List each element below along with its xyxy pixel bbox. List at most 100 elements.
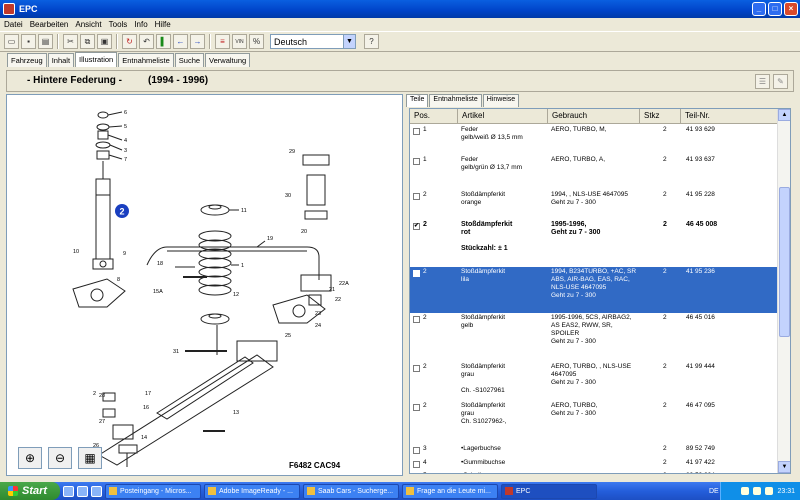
table-row[interactable]: 1 Feder gelb/grün Ø 13,7 mm AERO, TURBO, A,… xyxy=(410,155,778,185)
open-folder-icon[interactable]: ▭ xyxy=(4,34,19,49)
marker-icon[interactable]: ▌ xyxy=(156,34,171,49)
row-checkbox[interactable] xyxy=(413,404,420,411)
callout-label[interactable]: 24 xyxy=(315,323,321,329)
tab-inhalt[interactable]: Inhalt xyxy=(47,53,75,67)
row-checkbox[interactable] xyxy=(413,193,420,200)
copy-icon[interactable]: ⧉ xyxy=(80,34,95,49)
table-row[interactable]: 2 Stoßdämpferkit lila 1994, B234TURBO, +AC,… xyxy=(410,267,778,313)
row-checkbox[interactable] xyxy=(413,128,420,135)
table-row[interactable]: 5 •Scheibe 2 89 59 934 xyxy=(410,471,778,473)
parts-icon[interactable]: ≡ xyxy=(215,34,230,49)
task-button[interactable]: Adobe ImageReady - ... xyxy=(204,483,300,499)
col-teil-nr[interactable]: Teil-Nr. xyxy=(681,109,778,123)
callout-label[interactable]: 9 xyxy=(123,251,126,257)
callout-label[interactable]: 15A xyxy=(153,289,163,295)
col-pos[interactable]: Pos. xyxy=(410,109,458,123)
minimize-button[interactable]: _ xyxy=(752,2,766,16)
tab-suche[interactable]: Suche xyxy=(174,53,205,67)
callout-label[interactable]: 12 xyxy=(233,292,239,298)
tab-hinweise[interactable]: Hinweise xyxy=(482,94,520,107)
function-button[interactable]: % xyxy=(249,34,264,49)
callout-label[interactable]: 14 xyxy=(141,435,147,441)
quicklaunch-desktop-icon[interactable] xyxy=(91,485,102,497)
list-view-icon[interactable]: ☰ xyxy=(755,74,770,89)
callout-label[interactable]: 22A xyxy=(339,281,349,287)
table-row[interactable]: 1 Feder gelb/weiß Ø 13,5 mm AERO, TURBO, M,… xyxy=(410,125,778,155)
tab-fahrzeug[interactable]: Fahrzeug xyxy=(7,53,47,67)
callout-label[interactable]: 13 xyxy=(233,410,239,416)
row-checkbox[interactable] xyxy=(413,461,420,468)
callout-label[interactable]: 23 xyxy=(315,311,321,317)
vin-button[interactable]: VIN xyxy=(232,34,247,49)
callout-label[interactable]: 7 xyxy=(124,157,127,163)
callout-label[interactable]: 25 xyxy=(285,333,291,339)
callout-label[interactable]: 2 xyxy=(93,391,96,397)
tab-verwaltung[interactable]: Verwaltung xyxy=(205,53,251,67)
menu-info[interactable]: Info xyxy=(134,20,147,29)
table-row[interactable]: 2 Stoßdämpferkit grau Ch. -S1027961 AERO, TU… xyxy=(410,362,778,401)
scroll-up-icon[interactable]: ▲ xyxy=(778,109,790,121)
row-checkbox[interactable] xyxy=(413,158,420,165)
callout-label[interactable]: 3 xyxy=(124,148,127,154)
menu-tools[interactable]: Tools xyxy=(109,20,128,29)
fit-to-window-icon[interactable]: ▦ xyxy=(78,447,102,469)
callout-label[interactable]: 21 xyxy=(329,287,335,293)
callout-label[interactable]: 11 xyxy=(241,208,247,214)
callout-label[interactable]: 19 xyxy=(267,236,273,242)
menu-bearbeiten[interactable]: Bearbeiten xyxy=(30,20,69,29)
menu-datei[interactable]: Datei xyxy=(4,20,23,29)
highlight-callout[interactable]: 2 xyxy=(119,207,124,217)
callout-label[interactable]: 1 xyxy=(241,263,244,269)
menu-hilfe[interactable]: Hilfe xyxy=(155,20,171,29)
table-row[interactable]: 3 •Lagerbuchse 2 89 52 749 xyxy=(410,444,778,457)
language-select[interactable]: Deutsch ▼ xyxy=(270,34,356,49)
start-button[interactable]: Start xyxy=(0,482,60,500)
callout-label[interactable]: 17 xyxy=(145,391,151,397)
tray-icon[interactable] xyxy=(741,487,750,495)
tray-icon[interactable] xyxy=(753,487,762,495)
table-row[interactable]: 2 Stoßdämpferkit gelb 1995-1996, 5CS, AIRBA… xyxy=(410,313,778,362)
tab-entnahmeliste-sub[interactable]: Entnahmeliste xyxy=(429,94,482,107)
zoom-out-icon[interactable]: ⊖ xyxy=(48,447,72,469)
maximize-button[interactable]: □ xyxy=(768,2,782,16)
scroll-down-icon[interactable]: ▼ xyxy=(778,461,790,473)
zoom-in-icon[interactable]: ⊕ xyxy=(18,447,42,469)
col-artikel[interactable]: Artikel xyxy=(458,109,548,123)
menu-ansicht[interactable]: Ansicht xyxy=(75,20,101,29)
paste-icon[interactable]: ▣ xyxy=(97,34,112,49)
callout-label[interactable]: 22 xyxy=(335,297,341,303)
callout-label[interactable]: 29 xyxy=(289,149,295,155)
task-button[interactable]: Frage an die Leute mi... xyxy=(402,483,498,499)
input-language[interactable]: DE xyxy=(709,488,719,495)
scroll-thumb[interactable] xyxy=(779,187,790,337)
print-icon[interactable]: ▤ xyxy=(38,34,53,49)
row-checkbox[interactable]: ✔ xyxy=(413,223,420,230)
row-checkbox[interactable] xyxy=(413,447,420,454)
callout-label[interactable]: 10 xyxy=(73,249,79,255)
callout-label[interactable]: 28 xyxy=(99,393,105,399)
table-row[interactable]: ✔ 2 Stoßdämpferkit rot Stückzahl: ± 1 1995-19… xyxy=(410,220,778,267)
row-checkbox[interactable] xyxy=(413,365,420,372)
tab-illustration[interactable]: Illustration xyxy=(75,52,118,67)
callout-label[interactable]: 8 xyxy=(117,277,120,283)
col-gebrauch[interactable]: Gebrauch xyxy=(548,109,640,123)
row-checkbox[interactable] xyxy=(413,316,420,323)
chevron-down-icon[interactable]: ▼ xyxy=(343,35,355,48)
callout-label[interactable]: 18 xyxy=(157,261,163,267)
callout-label[interactable]: 5 xyxy=(124,124,127,130)
quicklaunch-ie-icon[interactable] xyxy=(63,485,74,497)
back-arrow-icon[interactable]: ← xyxy=(173,34,188,49)
callout-label[interactable]: 16 xyxy=(143,405,149,411)
callout-label[interactable]: 27 xyxy=(99,419,105,425)
callout-label[interactable]: 6 xyxy=(124,110,127,116)
undo-icon[interactable]: ↶ xyxy=(139,34,154,49)
help-icon[interactable]: ? xyxy=(364,34,379,49)
save-icon[interactable]: ▪ xyxy=(21,34,36,49)
task-button-active[interactable]: EPC xyxy=(501,483,597,499)
row-checkbox[interactable] xyxy=(413,270,420,277)
cut-icon[interactable]: ✂ xyxy=(63,34,78,49)
close-button[interactable]: × xyxy=(784,2,798,16)
tab-teile[interactable]: Teile xyxy=(406,94,429,107)
quicklaunch-outlook-icon[interactable] xyxy=(77,485,88,497)
callout-label[interactable]: 30 xyxy=(285,193,291,199)
